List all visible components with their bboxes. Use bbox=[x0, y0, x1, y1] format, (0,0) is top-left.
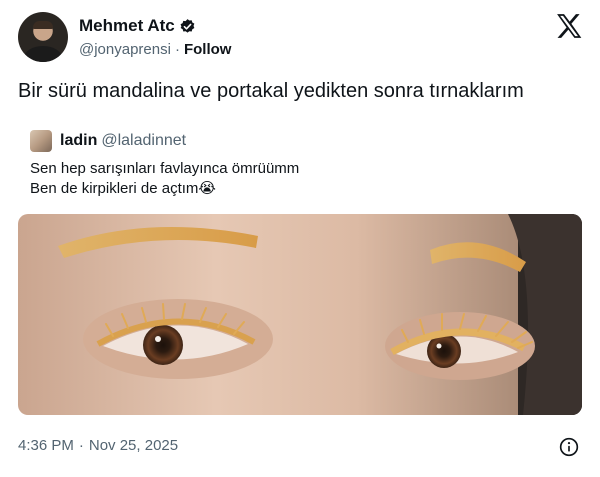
author-handle[interactable]: @jonyaprensi bbox=[79, 41, 171, 58]
tweet-time[interactable]: 4:36 PM bbox=[18, 437, 74, 454]
author-name-row: Mehmet Atc bbox=[79, 16, 196, 36]
verified-badge-icon bbox=[180, 18, 195, 33]
tweet-text: Bir sürü mandalina ve portakal yedikten … bbox=[18, 80, 524, 102]
info-icon[interactable] bbox=[559, 437, 579, 457]
follow-button[interactable]: Follow bbox=[184, 41, 232, 58]
handle-separator: · bbox=[174, 41, 180, 58]
author-handle-row: @jonyaprensi · Follow bbox=[79, 41, 231, 58]
quote-author-name[interactable]: ladin bbox=[60, 132, 97, 150]
quote-text-line-1: Sen hep sarışınları favlayınca ömrüümm bbox=[30, 160, 300, 177]
embedded-tweet-card: Mehmet Atc @jonyaprensi · Follow Bir sür… bbox=[0, 0, 600, 477]
tweet-date[interactable]: Nov 25, 2025 bbox=[89, 437, 178, 454]
quote-author-avatar[interactable] bbox=[30, 130, 52, 152]
author-display-name[interactable]: Mehmet Atc bbox=[79, 16, 175, 36]
x-logo-icon[interactable] bbox=[556, 14, 582, 38]
quote-author-handle[interactable]: @laladinnet bbox=[101, 132, 186, 150]
quote-author-row: ladin @laladinnet bbox=[60, 132, 186, 150]
author-avatar[interactable] bbox=[18, 12, 68, 62]
tweet-timestamp[interactable]: 4:36 PM · Nov 25, 2025 bbox=[18, 437, 178, 454]
eyes-photo-image bbox=[18, 214, 582, 415]
quote-text-line-2: Ben de kirpikleri de açtım😭 bbox=[30, 180, 216, 197]
tweet-photo[interactable] bbox=[18, 214, 582, 415]
timestamp-separator: · bbox=[78, 437, 84, 454]
